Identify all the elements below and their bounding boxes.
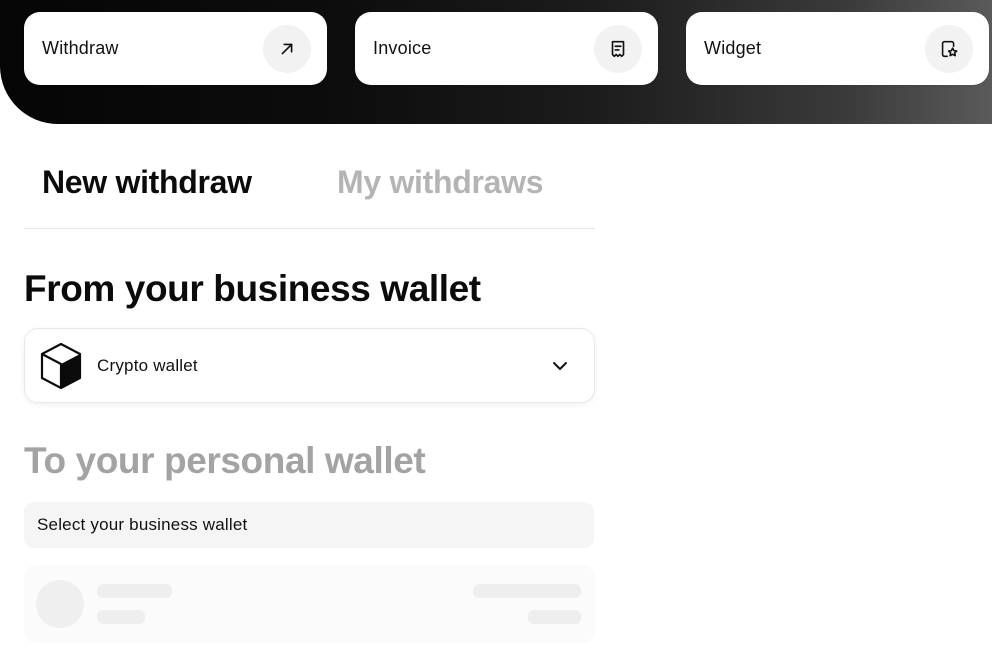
widget-card[interactable]: Widget — [686, 12, 989, 85]
tab-new-withdraw[interactable]: New withdraw — [42, 164, 252, 201]
from-section-title: From your business wallet — [24, 268, 481, 309]
chevron-down-icon — [553, 361, 567, 370]
skeleton-line — [97, 610, 145, 624]
invoice-label: Invoice — [373, 38, 432, 58]
arrow-up-right-icon — [263, 24, 311, 73]
skeleton-line — [97, 584, 172, 598]
widget-star-icon — [925, 24, 973, 73]
widget-label: Widget — [704, 38, 762, 58]
invoice-card[interactable]: Invoice — [355, 12, 658, 85]
receipt-icon — [594, 24, 642, 73]
skeleton-line — [473, 584, 581, 598]
skeleton-line — [528, 610, 581, 624]
skeleton-avatar — [36, 580, 84, 628]
wallet-label: Crypto wallet — [97, 355, 198, 375]
cube-icon — [40, 342, 82, 389]
withdraw-label: Withdraw — [42, 38, 119, 58]
to-section-title: To your personal wallet — [24, 440, 426, 481]
tab-my-withdraws[interactable]: My withdraws — [337, 164, 544, 201]
withdraw-card[interactable]: Withdraw — [24, 12, 327, 85]
personal-wallet-prompt: Select your business wallet — [24, 502, 594, 548]
loading-skeleton — [24, 565, 595, 643]
business-wallet-dropdown[interactable]: Crypto wallet — [24, 328, 595, 403]
tab-bar: New withdraw My withdraws — [24, 150, 595, 229]
